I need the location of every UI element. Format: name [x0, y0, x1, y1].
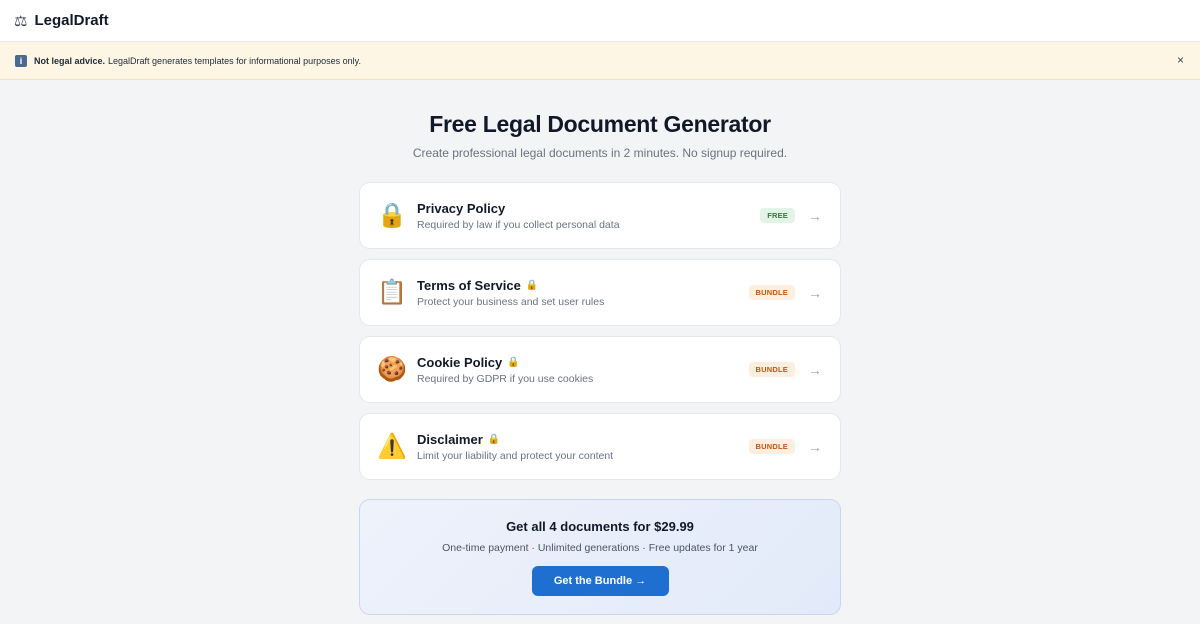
scales-icon: ⚖ [14, 12, 28, 30]
arrow-right-icon: → [808, 361, 822, 378]
bundle-badge: BUNDLE [748, 362, 795, 377]
document-description: Required by GDPR if you use cookies [417, 372, 594, 385]
free-badge: FREE [760, 208, 795, 223]
page-title: Free Legal Document Generator [429, 111, 771, 137]
page-subtitle: Create professional legal documents in 2… [412, 146, 788, 160]
lock-icon: 🔒 [487, 433, 501, 445]
lock-icon: 🔒 [507, 356, 520, 368]
document-description: Protect your business and set user rules [417, 295, 605, 308]
top-bar: ⚖ LegalDraft [0, 0, 1200, 42]
brand-name[interactable]: LegalDraft [34, 12, 108, 29]
info-icon: i [15, 54, 27, 67]
document-title: Privacy Policy [417, 200, 506, 216]
bundle-subtitle: One-time payment · Unlimited generations… [442, 542, 758, 554]
close-icon[interactable]: × [1177, 54, 1184, 66]
bundle-badge: BUNDLE [748, 285, 795, 300]
document-card-disclaimer[interactable]: ⚠️ Disclaimer 🔒 Limit your liability and… [359, 413, 841, 480]
bundle-title: Get all 4 documents for $29.99 [506, 519, 694, 534]
warning-icon: ⚠️ [377, 433, 407, 460]
notice-text: LegalDraft generates templates for infor… [108, 55, 362, 66]
arrow-right-icon: → [808, 438, 822, 455]
document-card-cookie-policy[interactable]: 🍪 Cookie Policy 🔒 Required by GDPR if yo… [359, 336, 841, 403]
padlock-icon: 🔒 [377, 202, 407, 229]
disclaimer-banner: i Not legal advice. LegalDraft generates… [0, 42, 1200, 80]
document-title: Disclaimer [417, 431, 483, 447]
bundle-badge: BUNDLE [748, 439, 795, 454]
cookie-icon: 🍪 [377, 356, 407, 383]
document-list: 🔒 Privacy Policy Required by law if you … [359, 182, 841, 480]
bundle-offer: Get all 4 documents for $29.99 One-time … [359, 499, 841, 615]
clipboard-icon: 📋 [377, 279, 407, 306]
document-description: Required by law if you collect personal … [417, 218, 620, 231]
notice-strong-text: Not legal advice. [34, 55, 106, 66]
document-description: Limit your liability and protect your co… [417, 449, 614, 462]
get-bundle-button[interactable]: Get the Bundle → [531, 566, 669, 596]
arrow-right-icon: → [808, 207, 822, 224]
document-card-privacy-policy[interactable]: 🔒 Privacy Policy Required by law if you … [359, 182, 841, 249]
main-content: Free Legal Document Generator Create pro… [0, 80, 1200, 615]
lock-icon: 🔒 [525, 279, 539, 291]
arrow-right-icon: → [808, 284, 822, 301]
document-card-terms-of-service[interactable]: 📋 Terms of Service 🔒 Protect your busine… [359, 259, 841, 326]
document-title: Terms of Service [417, 277, 521, 293]
document-title: Cookie Policy [417, 354, 503, 370]
